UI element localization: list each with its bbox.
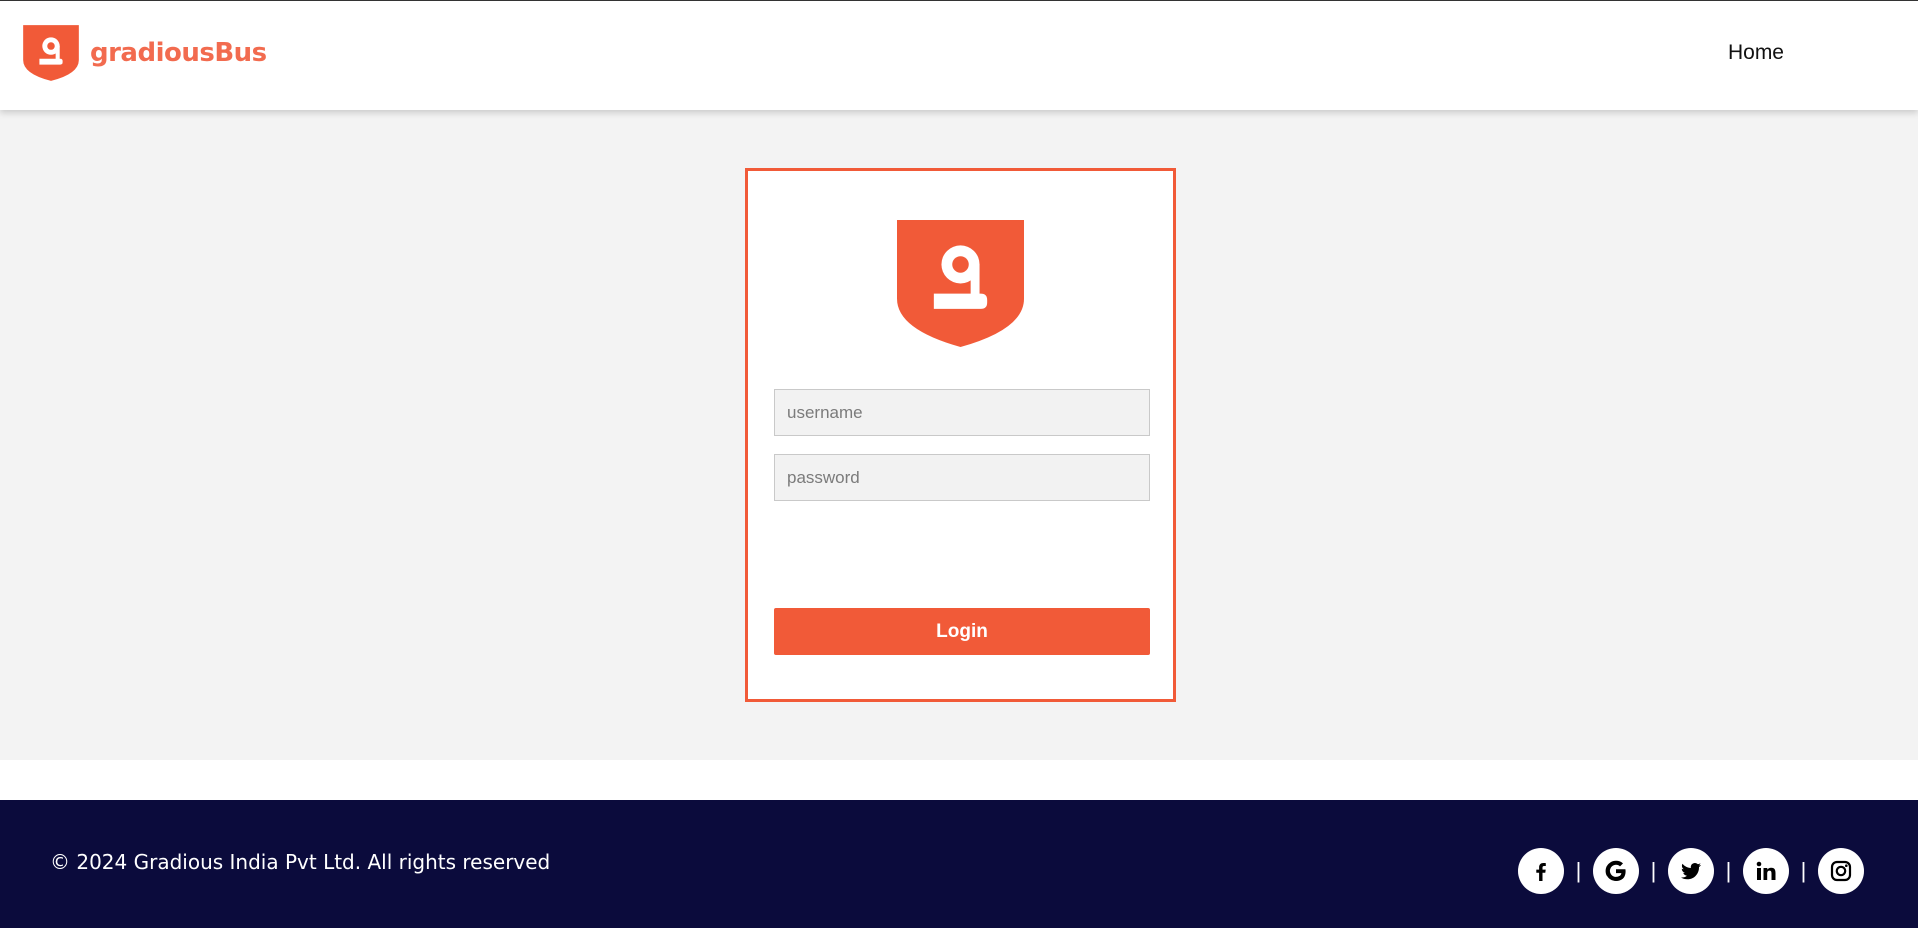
facebook-icon bbox=[1536, 863, 1546, 881]
facebook-link[interactable] bbox=[1518, 848, 1564, 894]
username-input[interactable] bbox=[774, 389, 1150, 436]
copyright-text: © 2024 Gradious India Pvt Ltd. All right… bbox=[50, 850, 551, 874]
social-separator: | bbox=[1725, 858, 1732, 883]
login-card: Login bbox=[745, 168, 1176, 702]
brand-link[interactable]: gradiousBus bbox=[22, 23, 267, 83]
main-content: Login bbox=[0, 110, 1918, 760]
twitter-link[interactable] bbox=[1668, 848, 1714, 894]
password-input[interactable] bbox=[774, 454, 1150, 501]
twitter-icon bbox=[1681, 863, 1701, 880]
nav-home-link[interactable]: Home bbox=[1728, 41, 1784, 65]
brand-name: gradiousBus bbox=[90, 38, 267, 68]
login-button[interactable]: Login bbox=[774, 608, 1150, 655]
footer: © 2024 Gradious India Pvt Ltd. All right… bbox=[0, 800, 1918, 928]
linkedin-icon bbox=[1756, 861, 1776, 880]
google-link[interactable] bbox=[1593, 848, 1639, 894]
linkedin-link[interactable] bbox=[1743, 848, 1789, 894]
instagram-link[interactable] bbox=[1818, 848, 1864, 894]
instagram-icon bbox=[1830, 860, 1852, 882]
social-separator: | bbox=[1650, 858, 1657, 883]
social-separator: | bbox=[1575, 858, 1582, 883]
google-icon bbox=[1605, 860, 1626, 881]
top-navbar: gradiousBus Home bbox=[0, 0, 1918, 110]
page: gradiousBus Home Login © 2024 Gradious I… bbox=[0, 0, 1918, 928]
social-links: | | | | bbox=[1518, 848, 1864, 894]
social-separator: | bbox=[1800, 858, 1807, 883]
gradious-logo-icon bbox=[23, 25, 79, 81]
gradious-logo-icon bbox=[897, 220, 1024, 347]
